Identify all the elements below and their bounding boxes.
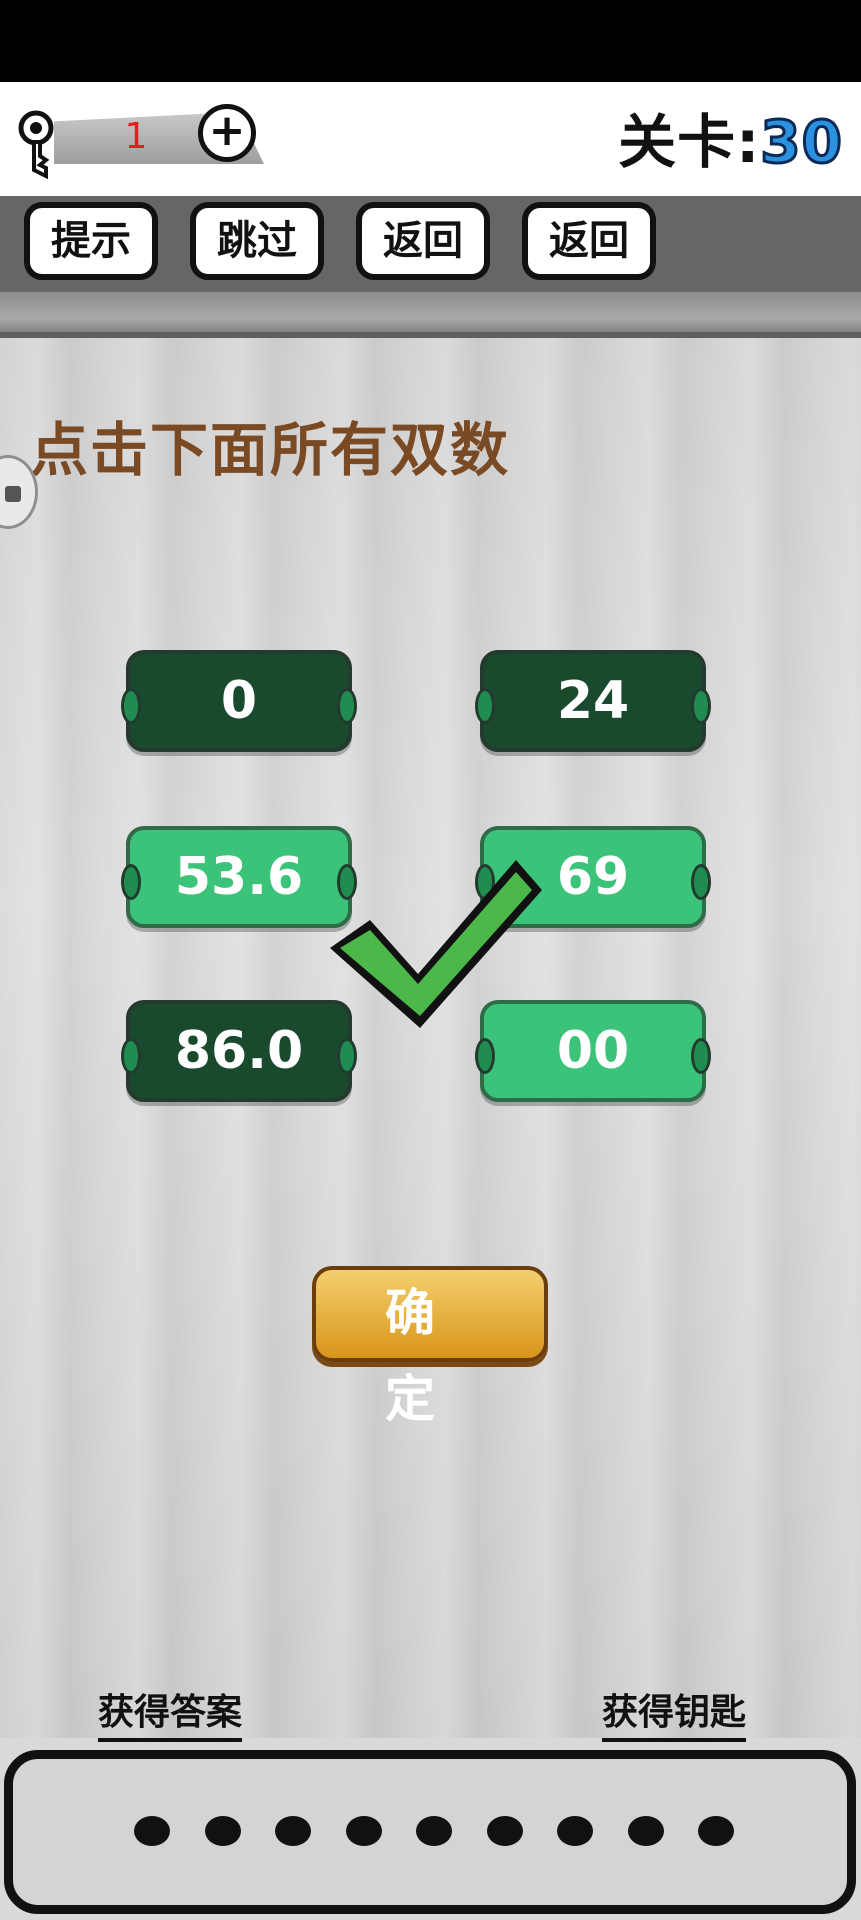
back-button-2[interactable]: 返回 <box>522 202 656 280</box>
skip-button[interactable]: 跳过 <box>190 202 324 280</box>
status-bar <box>0 0 861 82</box>
answer-slot-dot <box>275 1816 311 1846</box>
key-icon <box>18 110 54 180</box>
answer-slot-dot <box>134 1816 170 1846</box>
key-count: 1 <box>124 116 148 157</box>
level-label: 关卡: <box>618 108 761 176</box>
confirm-button[interactable]: 确 定 <box>312 1266 548 1428</box>
key-counter: 1 + <box>16 100 286 180</box>
answer-slot-dot <box>204 1816 241 1846</box>
get-answer-link[interactable]: 获得答案 <box>98 1690 243 1742</box>
tile-1[interactable]: 24 <box>475 650 711 752</box>
add-key-button[interactable]: + <box>198 104 256 162</box>
level-indicator: 关卡:30 <box>618 102 843 182</box>
answer-slot-dot <box>486 1816 523 1846</box>
hint-button[interactable]: 提示 <box>24 202 158 280</box>
answer-slot-dot <box>557 1816 593 1846</box>
shelf-divider <box>0 292 861 336</box>
question-text: 点击下面所有双数 <box>30 416 511 484</box>
answer-slot-dot <box>345 1816 382 1846</box>
answer-slot-dot <box>627 1816 664 1846</box>
answer-slot-dot <box>416 1816 452 1846</box>
correct-check-icon <box>330 860 542 1028</box>
level-number: 30 <box>759 107 844 178</box>
get-key-link[interactable]: 获得钥匙 <box>602 1690 747 1742</box>
tile-0[interactable]: 0 <box>121 650 357 752</box>
back-button[interactable]: 返回 <box>356 202 490 280</box>
answer-slot-dot <box>698 1816 734 1846</box>
